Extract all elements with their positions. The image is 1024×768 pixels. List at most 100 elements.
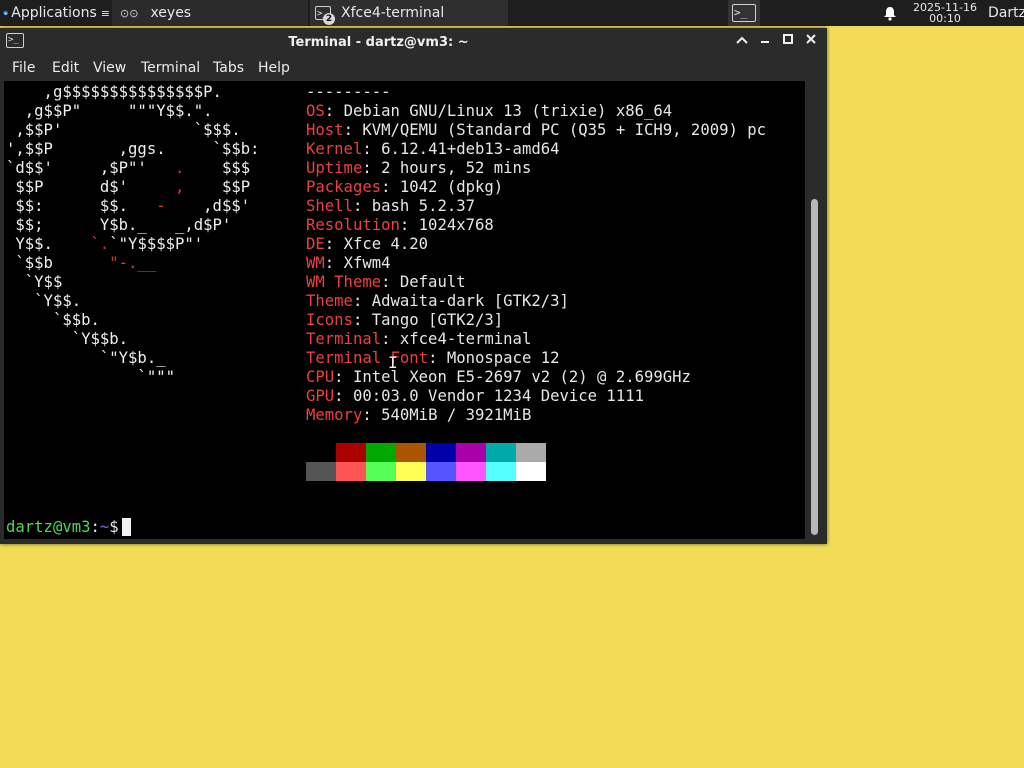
mouse-ibeam-cursor-icon: I (388, 353, 398, 372)
prompt-user: dartz@vm3 (6, 518, 91, 536)
info-value: Xfce 4.20 (343, 235, 429, 253)
color-palette (306, 443, 546, 481)
close-icon (806, 34, 816, 44)
maximize-button[interactable] (779, 33, 797, 51)
color-swatch (336, 443, 366, 462)
info-colon: : (381, 273, 400, 291)
taskbar-item-label: xeyes (150, 5, 192, 21)
top-panel: Applications ≡ ⊙⊙ xeyes >_ 2 Xfce4-termin… (0, 0, 1024, 26)
info-line: Host: KVM/QEMU (Standard PC (Q35 + ICH9,… (306, 121, 766, 140)
info-colon: : (324, 102, 344, 120)
info-line: Theme: Adwaita-dark [GTK2/3] (306, 292, 766, 311)
info-line: Resolution: 1024x768 (306, 216, 766, 235)
info-value: 00:03.0 Vendor 1234 Device 1111 (352, 387, 644, 405)
color-swatch (516, 462, 546, 481)
info-value: 540MiB / 3921MiB (381, 406, 532, 424)
info-value: Default (399, 273, 466, 291)
color-swatch (486, 462, 516, 481)
info-key: Uptime (306, 159, 363, 177)
info-line: Icons: Tango [GTK2/3] (306, 311, 766, 330)
terminal-scrollbar[interactable] (806, 81, 827, 539)
menu-bar: File Edit View Terminal Tabs Help (0, 56, 827, 81)
color-swatch (366, 462, 396, 481)
launcher-terminal[interactable]: >_ (728, 0, 760, 26)
terminal-window: >_ Terminal - dartz@vm3: ~ File Edit Vie… (0, 28, 827, 544)
info-key: Resolution (306, 216, 400, 234)
color-swatch (396, 443, 426, 462)
info-colon: : (334, 368, 353, 386)
color-swatch (396, 462, 426, 481)
color-swatch (366, 443, 396, 462)
palette-row-bright (306, 462, 546, 481)
applications-label: Applications (11, 5, 97, 21)
info-value: Adwaita-dark [GTK2/3] (371, 292, 569, 310)
info-key: OS (306, 102, 325, 120)
info-value: Intel Xeon E5-2697 v2 (2) @ 2.699GHz (352, 368, 691, 386)
menu-file[interactable]: File (12, 60, 35, 76)
shade-button[interactable] (733, 33, 751, 51)
info-line: DE: Xfce 4.20 (306, 235, 766, 254)
info-value: Monospace 12 (446, 349, 560, 367)
info-colon: : (362, 406, 382, 424)
info-value: KVM/QEMU (Standard PC (Q35 + ICH9, 2009)… (362, 121, 767, 139)
prompt-symbol: $ (109, 518, 119, 536)
clock[interactable]: 2025-11-16 00:10 (906, 0, 984, 26)
info-key: Shell (306, 197, 353, 215)
info-colon: : (362, 140, 382, 158)
info-colon: : (399, 216, 419, 234)
xeyes-icon: ⊙⊙ (120, 6, 139, 20)
info-line: Uptime: 2 hours, 52 mins (306, 159, 766, 178)
info-value: Tango [GTK2/3] (371, 311, 504, 329)
info-key: CPU (306, 368, 335, 386)
minimize-button[interactable] (756, 33, 774, 51)
terminal-launcher-icon: >_ (732, 4, 756, 22)
info-key: Memory (306, 406, 363, 424)
color-swatch (516, 443, 546, 462)
info-value: xfce4-terminal (399, 330, 532, 348)
menu-tabs[interactable]: Tabs (213, 60, 244, 76)
color-swatch (336, 462, 366, 481)
info-line: Shell: bash 5.2.37 (306, 197, 766, 216)
info-key: Kernel (306, 140, 363, 158)
info-line: Memory: 540MiB / 3921MiB (306, 406, 766, 425)
info-value: 1042 (dpkg) (399, 178, 504, 196)
info-colon: : (362, 159, 382, 177)
info-line: Terminal Font: Monospace 12 (306, 349, 766, 368)
info-line: WM Theme: Default (306, 273, 766, 292)
info-colon: : (334, 387, 353, 405)
menu-help[interactable]: Help (258, 60, 290, 76)
info-colon: : (381, 330, 400, 348)
menu-view[interactable]: View (93, 60, 126, 76)
terminal-output[interactable]: ,g$$$$$$$$$$$$$$$P. ,g$$P" """Y$$.". ,$$… (4, 81, 805, 539)
info-colon: : (352, 197, 372, 215)
info-colon: : (352, 292, 372, 310)
window-title: Terminal - dartz@vm3: ~ (288, 35, 469, 50)
clock-time: 00:10 (929, 12, 961, 25)
menu-terminal[interactable]: Terminal (141, 60, 200, 76)
applications-menu-button[interactable]: Applications ≡ (0, 0, 110, 26)
color-swatch (486, 443, 516, 462)
taskbar-item-terminal[interactable]: >_ 2 Xfce4-terminal (310, 0, 508, 26)
close-button[interactable] (802, 33, 820, 51)
window-titlebar[interactable]: >_ Terminal - dartz@vm3: ~ (0, 28, 827, 56)
info-key: GPU (306, 387, 335, 405)
info-line: GPU: 00:03.0 Vendor 1234 Device 1111 (306, 387, 766, 406)
prompt-path: ~ (99, 518, 110, 536)
info-key: DE (306, 235, 325, 253)
color-swatch (426, 462, 456, 481)
user-menu[interactable]: Dartz (988, 0, 1024, 26)
palette-row-normal (306, 443, 546, 462)
menu-edit[interactable]: Edit (52, 60, 79, 76)
notifications-bell[interactable] (880, 0, 900, 26)
separator-line: --------- (306, 83, 391, 101)
info-key: Theme (306, 292, 353, 310)
info-value: Debian GNU/Linux 13 (trixie) x86_64 (343, 102, 673, 120)
info-colon: : (428, 349, 447, 367)
maximize-icon (783, 34, 793, 44)
shell-prompt: dartz@vm3:~$ (6, 518, 131, 537)
info-key: WM (306, 254, 325, 272)
info-value: bash 5.2.37 (371, 197, 476, 215)
taskbar-item-xeyes[interactable]: ⊙⊙ xeyes (112, 0, 308, 26)
info-value: 1024x768 (418, 216, 494, 234)
scrollbar-thumb[interactable] (811, 199, 818, 535)
